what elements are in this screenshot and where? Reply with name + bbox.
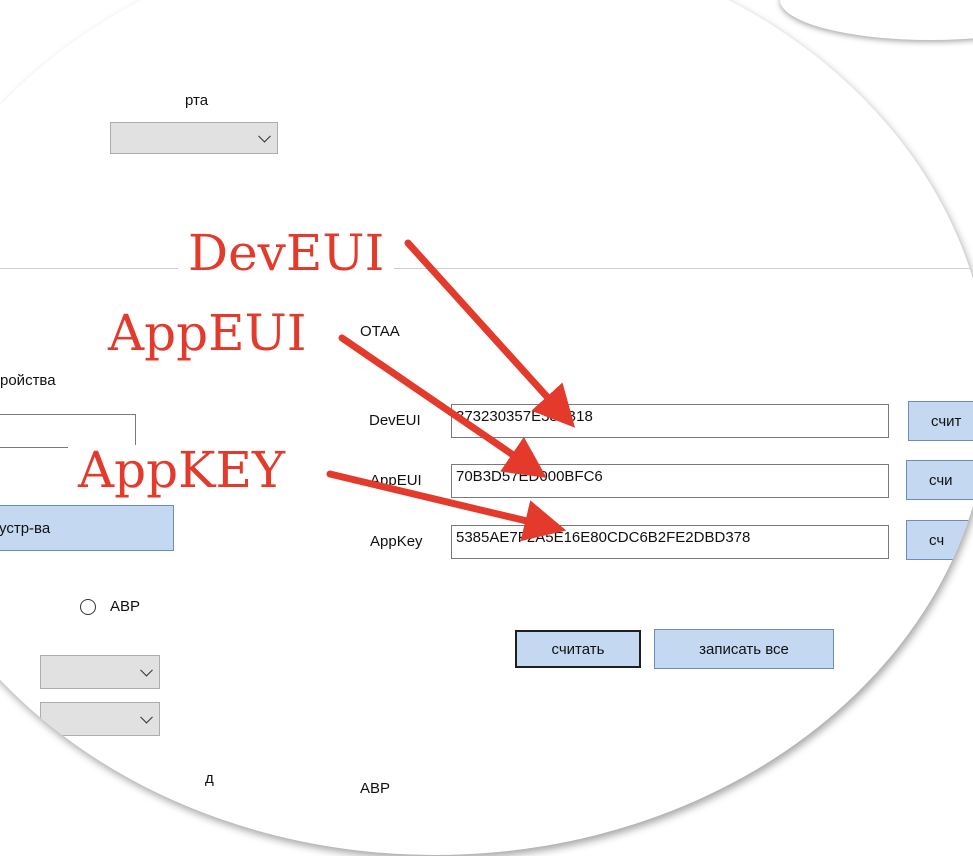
appeui-read-label: счи (929, 471, 953, 489)
combobox-1[interactable] (40, 655, 160, 689)
appeui-read-button[interactable]: счи (906, 460, 973, 500)
deveui-read-label: счит (931, 412, 962, 430)
write-all-label: записать все (699, 640, 789, 658)
arrow-deveui (404, 239, 576, 428)
device-button[interactable]: устр-ва (0, 505, 174, 551)
appkey-read-label: сч (929, 531, 945, 549)
read-all-label: считать (551, 640, 605, 658)
abp-section-title: ABP (360, 780, 391, 797)
appeui-label: AppEUI (370, 472, 422, 489)
port-label: рта (185, 92, 209, 109)
annotation-deveui: DevEUI (178, 228, 395, 278)
deveui-read-button[interactable]: счит (908, 401, 973, 441)
read-all-button[interactable]: считать (515, 630, 641, 668)
magnified-screenshot: рта ройства устр-ва ABP д ABP OTAA DevEU… (0, 0, 973, 856)
chevron-down-icon (140, 663, 153, 677)
device-label: ройства (0, 372, 56, 389)
annotation-appkey: AppKEY (68, 445, 295, 495)
magnifier-lens: рта ройства устр-ва ABP д ABP OTAA DevEU… (0, 0, 973, 855)
appkey-input[interactable]: 5385AE7F2A5E16E80CDC6B2FE2DBD378 (451, 525, 889, 559)
port-combobox[interactable] (110, 122, 278, 154)
deveui-label: DevEUI (369, 412, 421, 429)
device-button-label: устр-ва (0, 519, 51, 537)
radio-abp-label: ABP (110, 598, 141, 615)
radio-abp[interactable] (80, 599, 96, 615)
otaa-title: OTAA (360, 323, 400, 340)
appeui-input[interactable]: 70B3D57ED000BFC6 (451, 464, 889, 498)
chevron-down-icon (258, 129, 271, 143)
bottom-left-label: д (205, 770, 214, 787)
appkey-read-button[interactable]: сч (906, 520, 973, 560)
annotation-appeui: AppEUI (98, 308, 317, 358)
write-all-button[interactable]: записать все (654, 629, 834, 669)
deveui-input[interactable]: 373230357E387B18 (451, 404, 889, 438)
appkey-label: AppKey (370, 533, 423, 550)
chevron-down-icon (140, 710, 153, 724)
combobox-2[interactable] (40, 702, 160, 736)
separator-line (0, 268, 973, 269)
